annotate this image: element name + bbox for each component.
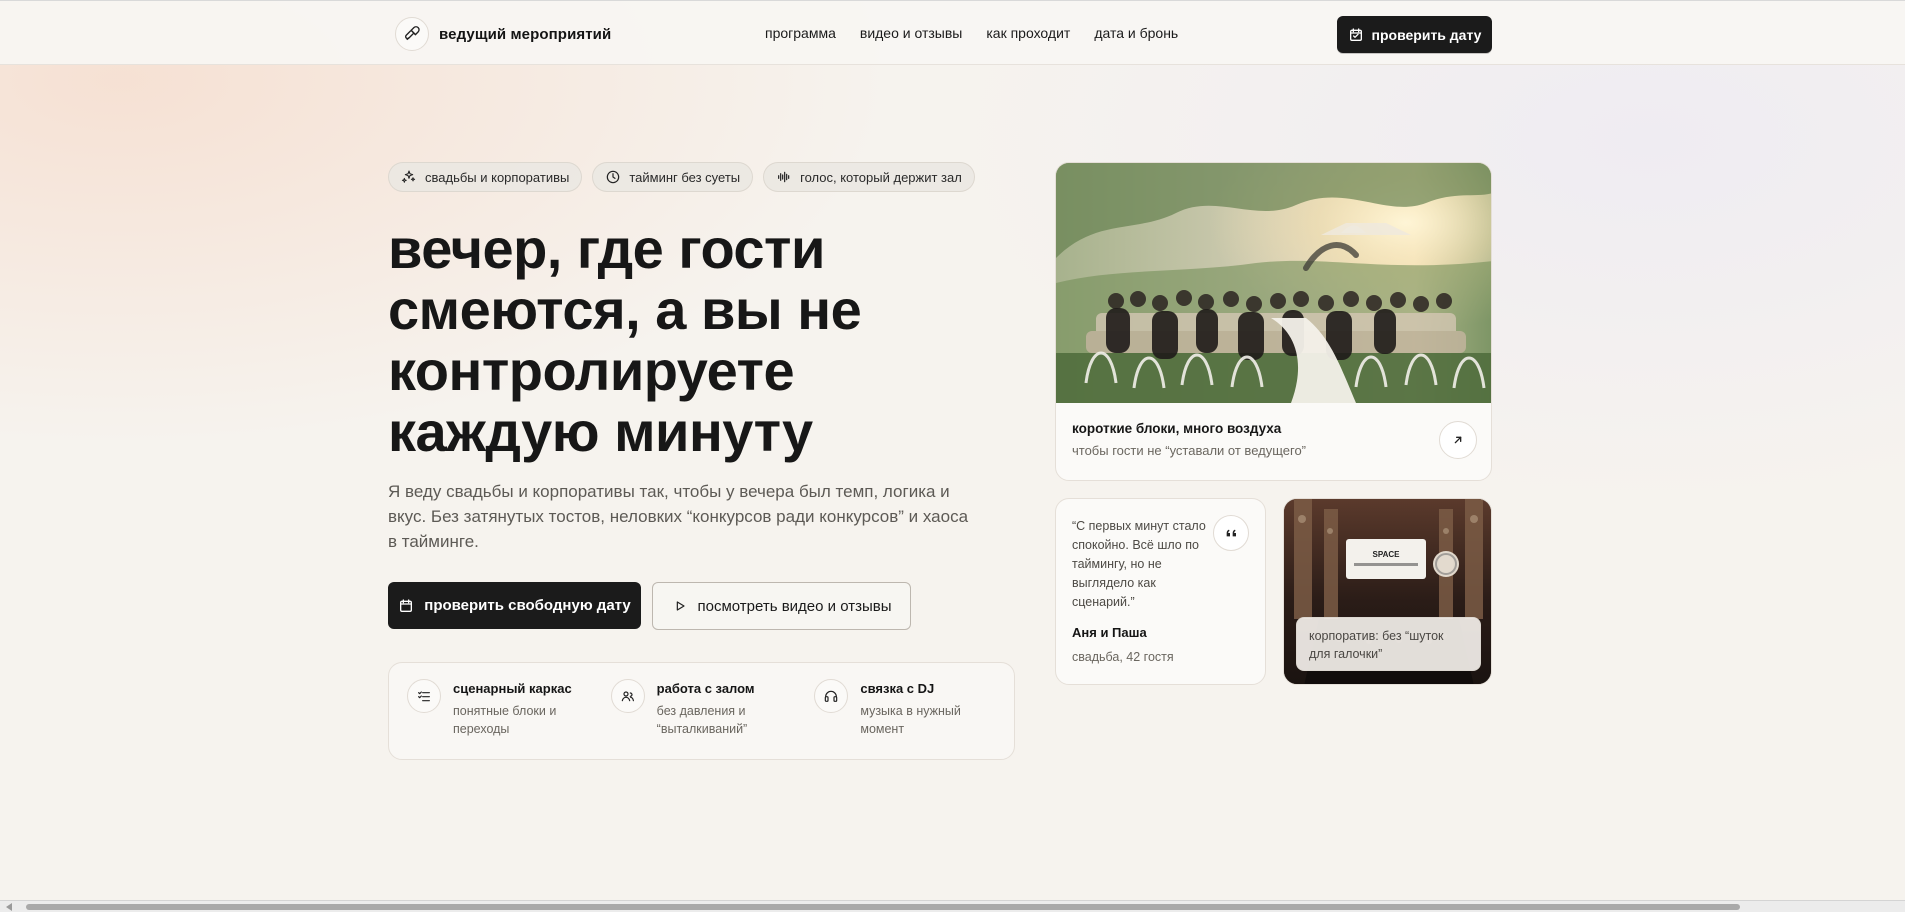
top-nav-bar: ведущий мероприятий программа видео и от… [0, 0, 1905, 65]
wedding-photo [1056, 163, 1491, 403]
watch-video-reviews-button[interactable]: посмотреть видео и отзывы [652, 582, 911, 630]
feature-description: музыка в нужный момент [860, 704, 961, 736]
headphones-icon [814, 679, 849, 713]
microphone-icon [395, 17, 429, 51]
testimonial-author: Аня и Паша [1072, 625, 1147, 640]
hero-title: вечер, где гости смеются, а вы не контро… [388, 217, 862, 463]
testimonial-card: “С первых минут стало спокойно. Всё шло … [1055, 498, 1266, 685]
scroll-left-arrow-icon[interactable] [6, 903, 12, 911]
nav-link-how-it-goes[interactable]: как проходит [986, 25, 1070, 41]
main-navigation: программа видео и отзывы как проходит да… [765, 25, 1178, 41]
feature-title: работа с залом [656, 681, 755, 696]
play-icon [672, 598, 688, 614]
caption-subtitle: чтобы гости не “уставали от ведущего” [1072, 443, 1307, 458]
check-free-date-label: проверить свободную дату [424, 597, 631, 614]
check-date-button[interactable]: проверить дату [1337, 16, 1492, 53]
quote-icon [1213, 515, 1249, 551]
check-free-date-button[interactable]: проверить свободную дату [388, 582, 641, 629]
feature-description: без давления и “выталкиваний” [656, 704, 748, 736]
scrollbar-thumb[interactable] [26, 904, 1740, 910]
testimonial-text: “С первых минут стало спокойно. Всё шло … [1072, 519, 1206, 609]
testimonial-event: свадьба, 42 гостя [1072, 650, 1174, 664]
feature-description: понятные блоки и переходы [453, 704, 557, 736]
hero-tags: свадьбы и корпоративы тайминг без суеты … [388, 162, 975, 192]
hero-description: Я веду свадьбы и корпоративы так, чтобы … [388, 482, 969, 551]
tag-label: свадьбы и корпоративы [425, 169, 570, 185]
tag-label: голос, который держит зал [800, 169, 962, 185]
tag-timing: тайминг без суеты [592, 162, 754, 192]
feature-audience: работа с залом без давления и “выталкива… [610, 679, 793, 743]
brand-title: ведущий мероприятий [439, 25, 612, 43]
nav-link-program[interactable]: программа [765, 25, 836, 41]
tag-label: тайминг без суеты [629, 169, 741, 185]
users-icon [610, 679, 645, 713]
tag-voice: голос, который держит зал [763, 162, 975, 192]
arrow-up-right-icon[interactable] [1439, 421, 1477, 459]
feature-title: связка с DJ [860, 681, 935, 696]
features-panel: сценарный каркас понятные блоки и перехо… [388, 662, 1015, 760]
wedding-card-caption: короткие блоки, много воздуха чтобы гост… [1056, 403, 1491, 476]
caption-title: короткие блоки, много воздуха [1072, 421, 1282, 436]
corporate-badge: корпоратив: без “шуток для галочки” [1296, 617, 1481, 671]
page: ведущий мероприятий программа видео и от… [0, 0, 1905, 912]
tag-weddings-corporates: свадьбы и корпоративы [388, 162, 583, 192]
clock-icon [605, 169, 621, 185]
calendar-icon [398, 598, 414, 614]
wedding-photo-card[interactable]: короткие блоки, много воздуха чтобы гост… [1055, 162, 1492, 481]
feature-title: сценарный каркас [453, 681, 572, 696]
corporate-photo-card: SPACE корпоратив: без “шуток для галочки… [1283, 498, 1492, 685]
feature-scenario: сценарный каркас понятные блоки и перехо… [407, 679, 589, 743]
waveform-icon [776, 169, 792, 185]
nav-link-video-reviews[interactable]: видео и отзывы [860, 25, 962, 41]
nav-link-date-booking[interactable]: дата и бронь [1094, 25, 1178, 41]
list-check-icon [407, 679, 441, 713]
check-date-button-label: проверить дату [1371, 26, 1482, 43]
brand[interactable]: ведущий мероприятий [395, 16, 611, 52]
screen-title: SPACE [1373, 550, 1401, 559]
feature-dj: связка с DJ музыка в нужный момент [814, 679, 996, 743]
sparkles-icon [401, 169, 417, 185]
watch-video-reviews-label: посмотреть видео и отзывы [697, 597, 892, 615]
calendar-icon [1348, 27, 1364, 43]
horizontal-scrollbar[interactable] [0, 900, 1905, 912]
